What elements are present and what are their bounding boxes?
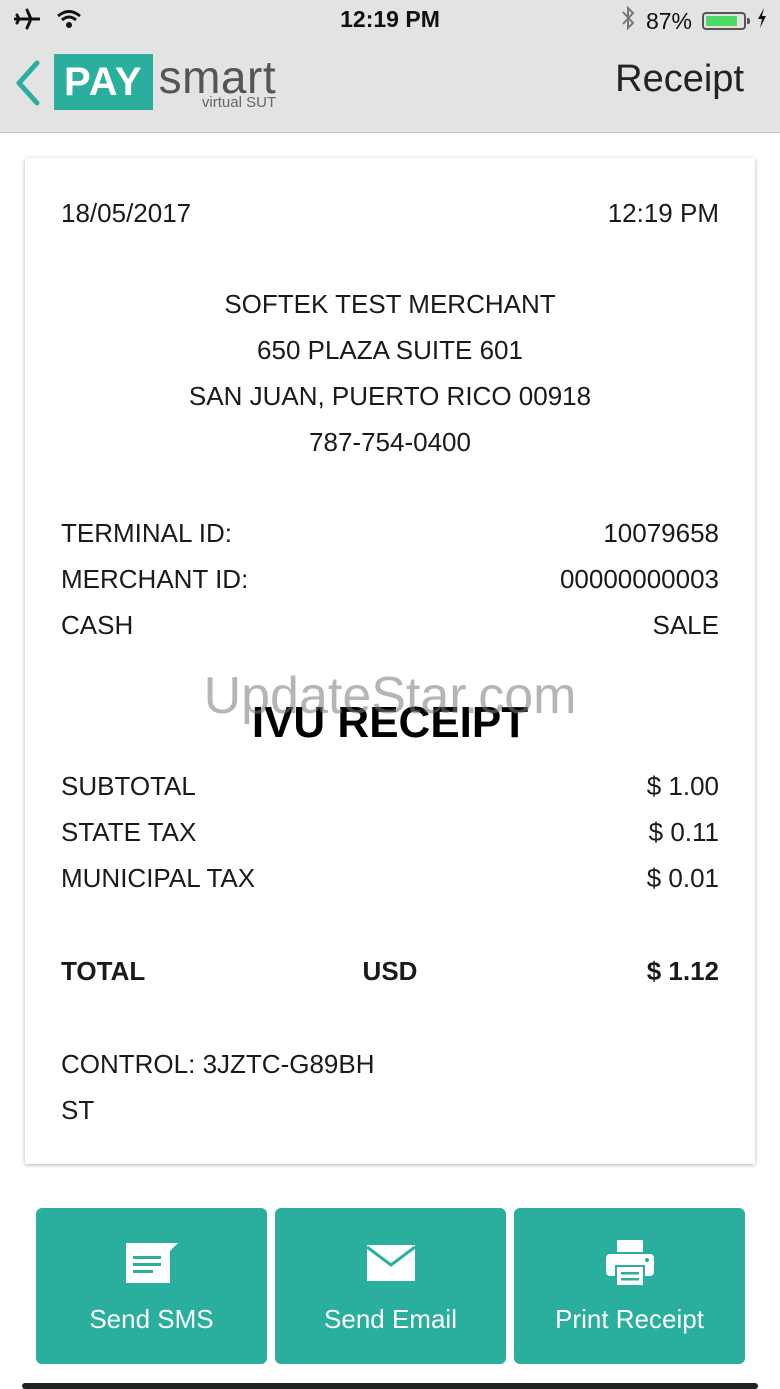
payment-type: CASH xyxy=(61,610,134,640)
receipt-date: 18/05/2017 xyxy=(61,198,192,228)
merchant-id-row: MERCHANT ID: 00000000003 xyxy=(61,564,719,595)
terminal-id-value: 10079658 xyxy=(603,518,719,548)
municipal-tax-row: MUNICIPAL TAX $ 0.01 xyxy=(61,863,719,894)
total-row: TOTAL USD $ 1.12 xyxy=(61,956,719,987)
print-receipt-button[interactable]: Print Receipt xyxy=(514,1208,745,1364)
merchant-address-line-2: SAN JUAN, PUERTO RICO 00918 xyxy=(188,381,592,411)
sms-icon xyxy=(124,1238,180,1288)
bluetooth-icon xyxy=(620,5,636,37)
logo-subtitle: virtual SUT xyxy=(201,94,277,111)
merchant-name: SOFTEK TEST MERCHANT xyxy=(224,289,556,319)
bottom-edge-bar xyxy=(22,1383,758,1389)
send-email-button[interactable]: Send Email xyxy=(275,1208,506,1364)
merchant-id-label: MERCHANT ID: xyxy=(61,564,249,594)
receipt-card: 18/05/2017 12:19 PM SOFTEK TEST MERCHANT… xyxy=(25,158,755,1164)
municipal-tax-value: $ 0.01 xyxy=(646,863,719,893)
battery-level xyxy=(706,16,737,26)
subtotal-value: $ 1.00 xyxy=(646,771,719,801)
page-title: Receipt xyxy=(615,58,744,100)
state-tax-value: $ 0.11 xyxy=(648,817,719,847)
send-sms-button[interactable]: Send SMS xyxy=(36,1208,267,1364)
back-button[interactable] xyxy=(8,58,48,112)
battery-percent: 87% xyxy=(645,7,692,34)
total-label: TOTAL xyxy=(61,956,146,986)
battery-cap xyxy=(747,18,750,24)
merchant-phone: 787-754-0400 xyxy=(309,427,471,457)
logo-pay-text: PAY xyxy=(54,54,153,110)
terminal-id-label: TERMINAL ID: xyxy=(61,518,232,548)
state-tax-row: STATE TAX $ 0.11 xyxy=(61,817,719,848)
print-receipt-label: Print Receipt xyxy=(555,1303,704,1334)
st-label: ST xyxy=(61,1095,95,1125)
send-sms-label: Send SMS xyxy=(89,1303,214,1334)
envelope-icon xyxy=(365,1238,416,1288)
merchant-address-line-1: 650 PLAZA SUITE 601 xyxy=(257,335,523,365)
date-time-row: 18/05/2017 12:19 PM xyxy=(61,198,719,229)
printer-icon xyxy=(604,1238,656,1288)
action-buttons: Send SMS Send Email Print Receipt xyxy=(36,1208,745,1364)
send-email-label: Send Email xyxy=(324,1303,457,1334)
status-icons-right: 87% xyxy=(620,5,768,37)
state-tax-label: STATE TAX xyxy=(61,817,197,847)
receipt-heading: IVU RECEIPT xyxy=(251,698,529,747)
control-row: CONTROL: 3JZTC-G89BH xyxy=(61,1049,719,1080)
logo-smart-block: smart virtual SUT xyxy=(159,54,277,112)
receipt-time: 12:19 PM xyxy=(607,198,719,228)
top-bar: 12:19 PM 87% PAY smart virtual SUT Recei… xyxy=(0,0,780,133)
battery-icon xyxy=(702,12,750,30)
total-currency: USD xyxy=(362,956,418,986)
control-code: CONTROL: 3JZTC-G89BH xyxy=(61,1049,375,1079)
subtotal-row: SUBTOTAL $ 1.00 xyxy=(61,771,719,802)
chevron-left-icon xyxy=(15,60,41,111)
payment-type-row: CASH SALE xyxy=(61,610,719,641)
transaction-type: SALE xyxy=(652,610,720,640)
terminal-id-row: TERMINAL ID: 10079658 xyxy=(61,518,719,549)
total-value: $ 1.12 xyxy=(646,956,719,986)
charging-icon xyxy=(756,7,768,35)
paysmart-logo: PAY smart virtual SUT xyxy=(54,54,276,114)
subtotal-label: SUBTOTAL xyxy=(61,771,196,801)
merchant-id-value: 00000000003 xyxy=(559,564,719,594)
st-row: ST xyxy=(61,1095,719,1126)
municipal-tax-label: MUNICIPAL TAX xyxy=(61,863,256,893)
